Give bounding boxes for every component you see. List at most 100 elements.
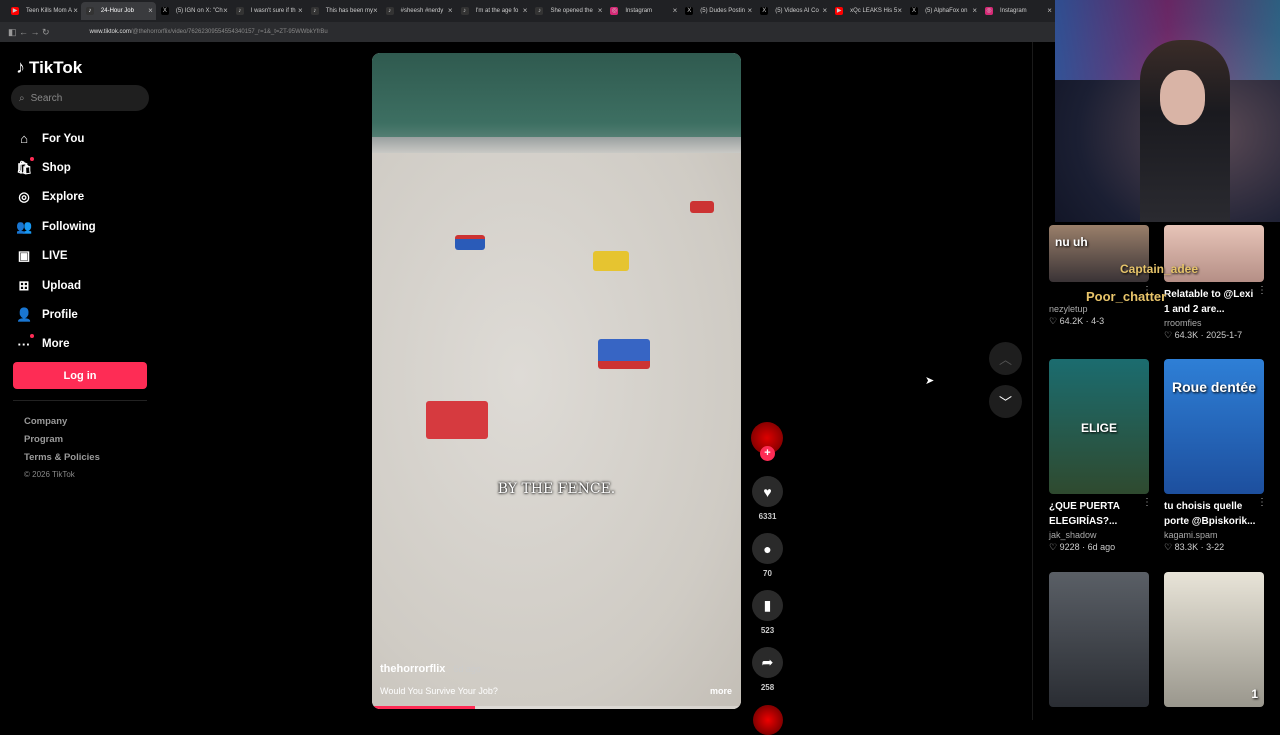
tt-favicon-icon: ♪ <box>235 7 244 15</box>
close-tab-icon[interactable]: × <box>1047 6 1052 15</box>
recommended-video-card[interactable]: ELIGE ¿QUE PUERTA ELEGIRÍAS?... jak_shadow… <box>1049 359 1152 553</box>
close-tab-icon[interactable]: × <box>373 6 378 15</box>
browser-tab[interactable]: ▶ xQc LEAKS His 5 × <box>830 2 905 20</box>
recommended-video-user[interactable]: rroomfies <box>1164 318 1264 328</box>
creator-avatar[interactable]: + <box>751 422 783 461</box>
browser-tab[interactable]: X (5) AlphaFox on × <box>905 2 980 20</box>
footer-link-program[interactable]: Program <box>24 434 100 452</box>
yt-favicon-icon: ▶ <box>11 7 19 15</box>
browser-tab[interactable]: X (5) IGN on X: "Ch × <box>156 2 231 20</box>
recommended-video-title[interactable]: ¿QUE PUERTA ELEGIRÍAS?... <box>1049 499 1141 529</box>
url-text[interactable]: www.tiktok.com/@thehorrorflix/video/7626… <box>90 29 328 35</box>
video-description: Would You Survive Your Job? <box>380 686 498 696</box>
close-tab-icon[interactable]: × <box>448 6 453 15</box>
tab-label: Instagram <box>625 8 653 14</box>
tab-label: 24-Hour Job <box>100 8 134 14</box>
recommended-video-card[interactable]: Relatable to @Lexi 1 and 2 are... rroomfi… <box>1164 225 1267 341</box>
video-player[interactable]: BY THE FENCE. thehorrorflix · 6d ago Wou… <box>372 53 741 709</box>
tt-favicon-icon: ♪ <box>310 7 319 15</box>
sidebar-item-label: More <box>42 338 70 351</box>
bookmark-icon: ▮ <box>763 597 772 613</box>
close-tab-icon[interactable]: × <box>897 6 902 15</box>
video-thumbnail[interactable] <box>1049 572 1149 707</box>
stream-badge-name: Captain_adee <box>1120 262 1199 276</box>
recommended-video-title[interactable]: Relatable to @Lexi 1 and 2 are... <box>1164 287 1256 317</box>
sidebar-item-upload[interactable]: ⊞ Upload <box>16 271 96 300</box>
tab-label: (5) Dudes Postin <box>700 8 745 14</box>
recommended-video-title[interactable]: tu choisis quelle porte @Bpiskorik... <box>1164 499 1256 529</box>
music-disc-icon[interactable] <box>752 705 783 735</box>
browser-tab[interactable]: ♪ This has been my × <box>306 2 381 20</box>
sidebar-item-more[interactable]: ··· More <box>16 330 96 359</box>
sidebar-item-for-you[interactable]: ⌂ For You <box>16 124 96 153</box>
close-tab-icon[interactable]: × <box>223 6 228 15</box>
thumbnail-overlay-text: ELIGE <box>1080 421 1117 435</box>
recommended-video-user[interactable]: jak_shadow <box>1049 530 1149 540</box>
browser-tab[interactable]: ♪ I'm at the age fo × <box>456 2 531 20</box>
follow-plus-icon[interactable]: + <box>760 446 775 461</box>
sidebar-item-explore[interactable]: ◎ Explore <box>16 183 96 212</box>
previous-video-button[interactable]: ︿ <box>989 342 1022 375</box>
x-favicon-icon: X <box>160 7 169 15</box>
browser-tab[interactable]: ♪ 24-Hour Job × <box>80 2 156 20</box>
recommended-video-card[interactable]: Roue dentée tu choisis quelle porte @Bpis… <box>1164 359 1267 553</box>
close-tab-icon[interactable]: × <box>523 6 528 15</box>
recommended-video-card[interactable]: 1 <box>1164 572 1264 707</box>
footer-link-terms[interactable]: Terms & Policies <box>24 452 100 470</box>
save-button[interactable]: ▮ <box>752 590 783 621</box>
share-button[interactable]: ➦ <box>752 647 783 678</box>
browser-tab[interactable]: ▶ Teen Kills Mom A × <box>6 2 81 20</box>
login-button[interactable]: Log in <box>13 362 147 389</box>
sidebar: ♪ TikTok ⌕ Search ⌂ For You 🛍 Shop ◎ Explore 👥… <box>0 42 160 720</box>
like-button[interactable]: ♥ <box>752 476 783 507</box>
browser-tab[interactable]: ♪ She opened the × <box>530 2 605 20</box>
recommended-video-card[interactable]: nu uh nezyletup ♡ 64.2K · 4-3 ⋮ <box>1049 225 1152 327</box>
browser-address-bar[interactable]: ◧ ← → ↻ www.tiktok.com/@thehorrorflix/vi… <box>0 22 1055 42</box>
recommended-video-user[interactable]: nezyletup <box>1049 304 1149 314</box>
video-author[interactable]: thehorrorflix <box>380 663 445 675</box>
back-icon[interactable]: ◧ ← → ↻ <box>8 27 50 38</box>
action-bar: + ♥ 6331 ● 70 ▮ 523 ➦ 258 <box>751 422 784 735</box>
close-tab-icon[interactable]: × <box>822 6 827 15</box>
browser-tab[interactable]: ♪ #sheesh #nerdy × <box>381 2 456 20</box>
comment-button[interactable]: ● <box>752 533 783 564</box>
video-thumbnail[interactable]: ELIGE <box>1049 359 1149 494</box>
close-tab-icon[interactable]: × <box>148 6 153 15</box>
browser-tab[interactable]: X (5) Dudes Postin × <box>680 2 755 20</box>
video-progress-bar[interactable] <box>372 706 741 709</box>
more-options-icon[interactable]: ⋮ <box>1257 497 1267 508</box>
video-sand-scene <box>372 153 741 709</box>
following-icon: 👥 <box>16 218 33 234</box>
close-tab-icon[interactable]: × <box>972 6 977 15</box>
x-favicon-icon: X <box>760 7 769 15</box>
tab-label: I'm at the age fo <box>475 8 519 14</box>
close-tab-icon[interactable]: × <box>748 6 753 15</box>
sidebar-divider <box>13 400 147 401</box>
sidebar-item-following[interactable]: 👥 Following <box>16 212 96 241</box>
browser-tab[interactable]: X (5) Videos AI Co × <box>755 2 830 20</box>
sidebar-item-profile[interactable]: 👤 Profile <box>16 300 96 329</box>
video-thumbnail[interactable]: 1 <box>1164 572 1264 707</box>
footer-link-company[interactable]: Company <box>24 416 100 434</box>
close-tab-icon[interactable]: × <box>73 6 78 15</box>
recommended-video-stats: ♡ 83.3K · 3-22 <box>1164 542 1225 552</box>
browser-tab[interactable]: ♪ I wasn't sure if th × <box>231 2 306 20</box>
close-tab-icon[interactable]: × <box>598 6 603 15</box>
recommended-video-user[interactable]: kagami.spam <box>1164 530 1264 540</box>
close-tab-icon[interactable]: × <box>298 6 303 15</box>
close-tab-icon[interactable]: × <box>673 6 678 15</box>
video-thumbnail[interactable]: Roue dentée <box>1164 359 1264 494</box>
more-options-icon[interactable]: ⋮ <box>1142 497 1152 508</box>
recommended-video-card[interactable] <box>1049 572 1149 707</box>
next-video-button[interactable]: ﹀ <box>989 385 1022 418</box>
sidebar-item-live[interactable]: ▣ LIVE <box>16 242 96 271</box>
tiktok-logo[interactable]: ♪ TikTok <box>16 57 82 78</box>
more-button[interactable]: more <box>710 686 732 696</box>
more-options-icon[interactable]: ⋮ <box>1257 285 1267 296</box>
thumbnail-overlay-text: 1 <box>1251 687 1258 701</box>
browser-tab[interactable]: ◎ Instagram × <box>605 2 680 20</box>
browser-tab[interactable]: ◎ Instagram × <box>980 2 1055 20</box>
recommended-video-stats: ♡ 64.2K · 4-3 <box>1049 316 1105 326</box>
sidebar-item-shop[interactable]: 🛍 Shop <box>16 153 96 182</box>
search-input[interactable]: ⌕ Search <box>11 85 149 111</box>
